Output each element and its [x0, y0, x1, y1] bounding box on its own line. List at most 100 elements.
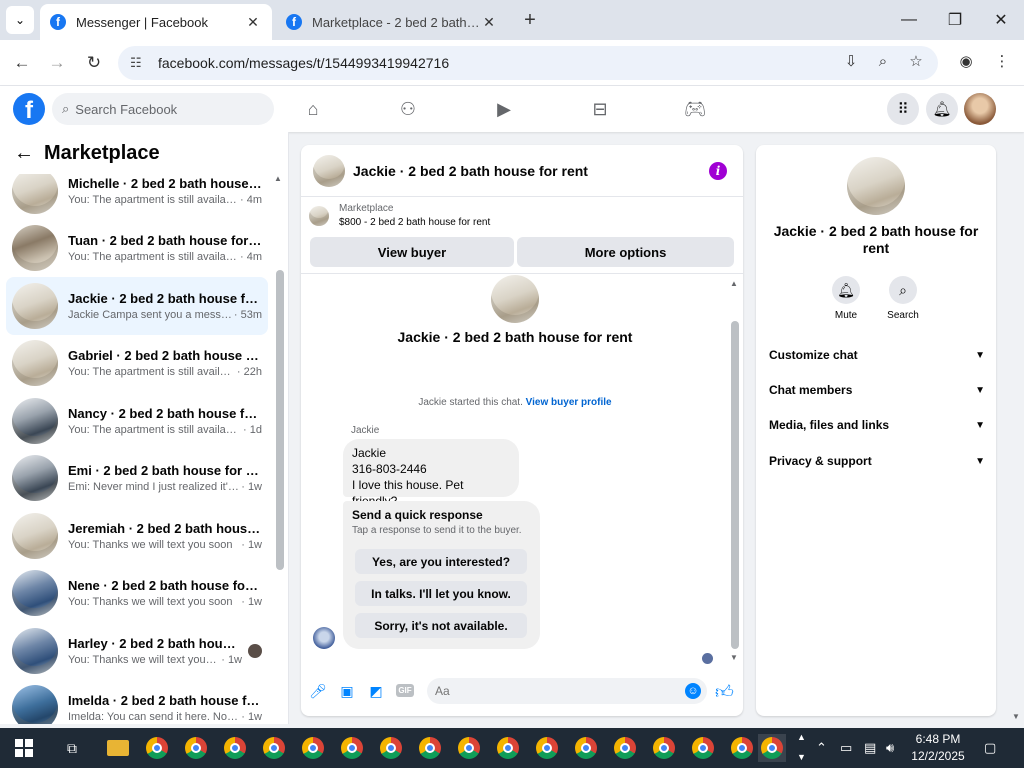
install-app-icon[interactable]: ⇩ [838, 48, 864, 74]
media-files-links-section[interactable]: Media, files and links ▼ [769, 415, 985, 435]
sender-avatar[interactable] [313, 627, 335, 649]
forward-arrow-icon[interactable]: → [44, 50, 70, 76]
chrome-icon[interactable] [728, 734, 756, 762]
task-view-icon[interactable]: ⧉ [58, 734, 86, 762]
chrome-icon[interactable] [143, 734, 171, 762]
address-bar[interactable]: ☷ facebook.com/messages/t/15449934199427… [118, 46, 938, 80]
chrome-icon[interactable] [260, 734, 288, 762]
chat-title[interactable]: Jackie · 2 bed 2 bath house for rent [353, 163, 709, 179]
scroll-down-icon[interactable]: ▼ [1012, 712, 1020, 721]
menu-kebab-icon[interactable]: ⋮ [989, 48, 1015, 74]
gif-icon[interactable]: GIF [396, 684, 414, 697]
chrome-icon-active[interactable] [758, 734, 786, 762]
emoji-icon[interactable]: ☺ [685, 683, 701, 699]
taskbar-scroll-down-icon[interactable]: ▼ [797, 752, 806, 762]
back-arrow-icon[interactable]: ← [14, 142, 34, 165]
chrome-icon[interactable] [221, 734, 249, 762]
customize-chat-section[interactable]: Customize chat ▼ [769, 345, 985, 365]
site-info-icon[interactable]: ☷ [130, 55, 148, 71]
conversation-item[interactable]: Nene · 2 bed 2 bath house for rent You: T… [6, 565, 268, 623]
chrome-icon[interactable] [338, 734, 366, 762]
account-avatar[interactable] [964, 93, 996, 125]
url-text[interactable]: facebook.com/messages/t/1544993419942716 [158, 55, 449, 71]
conversation-item[interactable]: Jeremiah · 2 bed 2 bath house for rent Yo… [6, 507, 268, 565]
tab-messenger[interactable]: f Messenger | Facebook ✕ [40, 4, 272, 40]
search-input[interactable]: Search Facebook [75, 102, 177, 117]
network-icon[interactable]: ▤ [864, 740, 876, 756]
privacy-support-section[interactable]: Privacy & support ▼ [769, 451, 985, 471]
message-input[interactable] [427, 678, 707, 704]
bookmark-star-icon[interactable]: ☆ [903, 48, 929, 74]
chrome-icon[interactable] [494, 734, 522, 762]
chat-members-section[interactable]: Chat members ▼ [769, 380, 985, 400]
microphone-icon[interactable]: 🎤︎ [309, 682, 327, 700]
chrome-icon[interactable] [611, 734, 639, 762]
tab-search-dropdown[interactable]: ⌄ [6, 6, 34, 34]
chrome-icon[interactable] [416, 734, 444, 762]
view-buyer-profile-link[interactable]: View buyer profile [526, 397, 612, 408]
tab-close-icon[interactable]: ✕ [244, 14, 262, 31]
view-buyer-button[interactable]: View buyer [310, 237, 514, 267]
clock-time[interactable]: 6:48 PM [906, 732, 970, 746]
file-explorer-icon[interactable] [104, 734, 132, 762]
info-icon[interactable]: i [709, 161, 727, 180]
listing-summary[interactable]: Marketplace $800 - 2 bed 2 bath house fo… [309, 203, 490, 228]
clock-date[interactable]: 12/2/2025 [906, 749, 970, 763]
close-window-icon[interactable]: ✕ [986, 8, 1016, 32]
facebook-logo-icon[interactable]: f [13, 93, 45, 125]
chrome-icon[interactable] [572, 734, 600, 762]
volume-icon[interactable]: 🔊︎ [886, 740, 894, 756]
conversation-item[interactable]: Nancy · 2 bed 2 bath house for rent You: … [6, 392, 268, 450]
zoom-icon[interactable]: ⌕ [870, 48, 896, 74]
conversation-item[interactable]: Harley · 2 bed 2 bath house for rent You:… [6, 622, 268, 680]
restore-icon[interactable]: ❐ [940, 8, 970, 32]
conversation-item[interactable]: Tuan · 2 bed 2 bath house for rent You: T… [6, 220, 268, 278]
quick-reply-button[interactable]: Sorry, it's not available. [355, 613, 527, 638]
thumbs-up-icon[interactable]: 👍︎ [715, 681, 734, 703]
chrome-icon[interactable] [377, 734, 405, 762]
mute-button[interactable]: 🔔︎ Mute [821, 276, 871, 321]
chrome-icon[interactable] [182, 734, 210, 762]
scrollbar-thumb[interactable] [731, 321, 739, 649]
sticker-icon[interactable]: ◩ [367, 682, 385, 700]
profile-icon[interactable]: ◉ [953, 48, 979, 74]
tab-marketplace[interactable]: f Marketplace - 2 bed 2 bath house for r… [276, 4, 508, 40]
scroll-up-icon[interactable]: ▲ [274, 174, 282, 183]
notifications-bell-icon[interactable]: 🔔︎ [926, 93, 958, 125]
scrollbar-thumb[interactable] [276, 270, 284, 570]
tab-close-icon[interactable]: ✕ [480, 14, 498, 31]
more-options-button[interactable]: More options [517, 237, 734, 267]
windows-start-icon[interactable] [10, 734, 38, 762]
quick-reply-button[interactable]: Yes, are you interested? [355, 549, 527, 574]
chrome-icon[interactable] [455, 734, 483, 762]
chrome-icon[interactable] [689, 734, 717, 762]
message-bubble[interactable]: Jackie 316-803-2446 I love this house. P… [343, 439, 519, 508]
taskbar-scroll-up-icon[interactable]: ▲ [797, 732, 806, 742]
menu-grid-icon[interactable]: ⠿ [887, 93, 919, 125]
marketplace-store-icon[interactable]: ⊟ [587, 96, 613, 122]
gaming-icon[interactable]: 🎮︎ [682, 96, 708, 122]
chrome-icon[interactable] [650, 734, 678, 762]
home-icon[interactable]: ⌂ [300, 96, 326, 122]
conversation-item[interactable]: Emi · 2 bed 2 bath house for rent Emi: Ne… [6, 450, 268, 508]
conversation-item[interactable]: Gabriel · 2 bed 2 bath house for rent You… [6, 335, 268, 393]
reload-icon[interactable]: ↻ [81, 50, 107, 76]
quick-reply-button[interactable]: In talks. I'll let you know. [355, 581, 527, 606]
photo-gallery-icon[interactable]: ▣ [338, 682, 356, 700]
facebook-search[interactable]: ⌕ Search Facebook [52, 93, 274, 125]
conversation-item-selected[interactable]: Jackie · 2 bed 2 bath house for rent Jack… [6, 277, 268, 335]
minimize-icon[interactable]: — [894, 8, 924, 32]
watch-video-icon[interactable]: ▶ [491, 96, 517, 122]
tray-chevron-up-icon[interactable]: ⌃ [816, 740, 827, 756]
friends-icon[interactable]: ⚇ [395, 96, 421, 122]
back-arrow-icon[interactable]: ← [9, 50, 35, 76]
notifications-icon[interactable]: ▢ [984, 740, 996, 756]
new-tab-plus-icon[interactable]: + [518, 8, 542, 32]
chrome-icon[interactable] [299, 734, 327, 762]
search-chat-button[interactable]: ⌕ Search [878, 276, 928, 321]
scroll-up-icon[interactable]: ▲ [730, 279, 738, 288]
scroll-down-icon[interactable]: ▼ [730, 653, 738, 662]
conversation-item[interactable]: Imelda · 2 bed 2 bath house for rent Imel… [6, 680, 268, 724]
listing-thumbnail[interactable] [313, 154, 345, 187]
meet-now-icon[interactable]: ▭ [840, 740, 852, 756]
